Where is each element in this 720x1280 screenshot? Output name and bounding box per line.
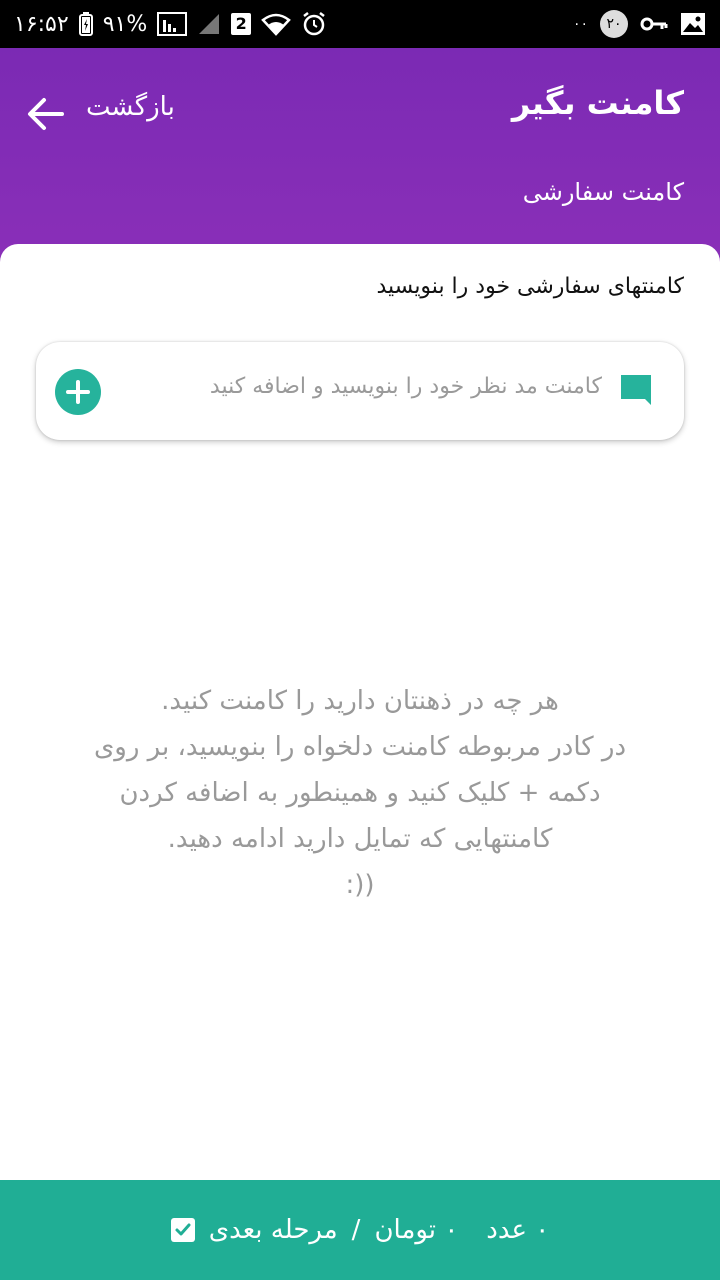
notification-count-badge: ۲۰ (600, 10, 628, 38)
page-subtitle: کامنت سفارشی (522, 178, 684, 206)
key-icon (640, 14, 668, 34)
sim-badge-icon: 2 (231, 13, 252, 35)
notification-count: ۲۰ (600, 10, 628, 38)
comment-count: ۰ عدد (486, 1215, 550, 1245)
plus-icon (66, 380, 90, 404)
status-bar: ۱۶:۵۲ ۹۱% 2 ۰۰ ۲۰ (0, 0, 720, 48)
hint-line-4: کامنتهایی که تمایل دارید ادامه دهید. (167, 824, 553, 854)
total-price: ۰ تومان (374, 1215, 459, 1245)
hint-line-5: :)) (345, 870, 375, 900)
status-left: ۱۶:۵۲ ۹۱% 2 (14, 0, 327, 48)
sim-badge-label: 2 (231, 13, 252, 35)
cell-signal-icon (197, 12, 221, 36)
back-arrow-icon[interactable] (24, 92, 68, 136)
comment-input-box (36, 342, 684, 440)
image-icon (680, 12, 706, 36)
section-title: کامنتهای سفارشی خود را بنویسید (376, 274, 685, 299)
hint-line-3: دکمه + کلیک کنید و همینطور به اضافه کردن (119, 778, 601, 808)
back-button[interactable]: بازگشت (86, 92, 175, 122)
bottom-bar: ۰ عدد ۰ تومان / مرحله بعدی (0, 1180, 720, 1280)
wifi-icon (261, 12, 292, 36)
chat-bubble-icon (618, 372, 654, 408)
battery-percent: ۹۱% (102, 11, 148, 37)
hint-line-2: در کادر مربوطه کامنت دلخواه را بنویسید، … (93, 732, 627, 762)
empty-state-hint: هر چه در ذهنتان دارید را کامنت کنید. در … (40, 678, 680, 908)
next-step-label: مرحله بعدی (208, 1215, 338, 1245)
battery-icon (78, 12, 93, 36)
overflow-dots: ۰۰ (572, 16, 588, 32)
clock: ۱۶:۵۲ (14, 11, 69, 37)
separator: / (351, 1215, 361, 1245)
comment-input[interactable] (120, 362, 604, 410)
next-step-button[interactable]: مرحله بعدی (170, 1215, 338, 1245)
hint-line-1: هر چه در ذهنتان دارید را کامنت کنید. (161, 686, 559, 716)
alarm-icon (301, 11, 327, 37)
add-comment-button[interactable] (55, 369, 101, 415)
app-header: بازگشت کامنت بگیر کامنت سفارشی (0, 48, 720, 263)
content-card: کامنتهای سفارشی خود را بنویسید هر چه در … (0, 244, 720, 1180)
status-right: ۰۰ ۲۰ (573, 0, 706, 48)
checkbox-icon (170, 1218, 195, 1242)
signal-box-icon (157, 12, 188, 36)
page-title: کامنت بگیر (511, 84, 684, 122)
